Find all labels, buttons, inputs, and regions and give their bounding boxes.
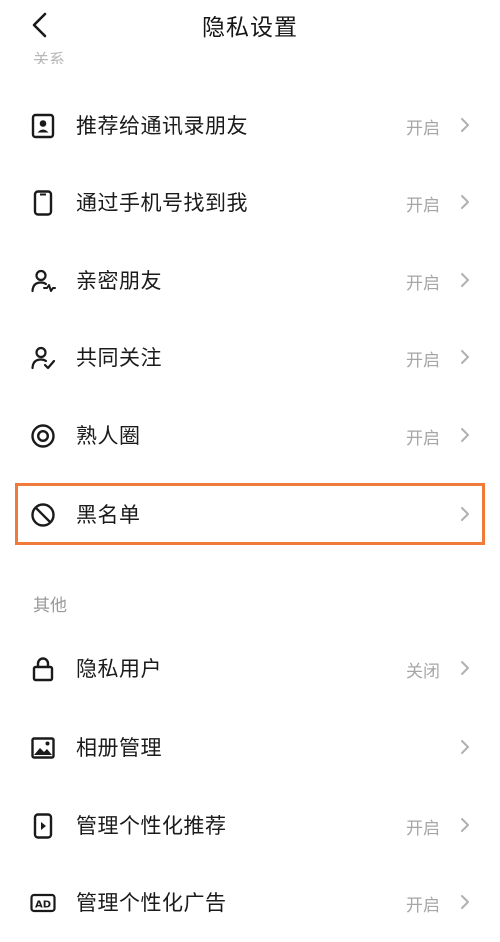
person-heart-icon — [30, 268, 56, 294]
section-label-other: 其他 — [33, 596, 67, 616]
row-label: 隐私用户 — [76, 657, 162, 681]
person-check-icon — [30, 345, 56, 371]
row-value: 开启 — [406, 819, 440, 839]
row-label: 通过手机号找到我 — [76, 191, 248, 215]
row-acquaintance-circle[interactable]: 熟人圈 开启 — [0, 402, 500, 468]
row-close-friends[interactable]: 亲密朋友 开启 — [0, 247, 500, 313]
ad-icon: AD — [30, 890, 56, 916]
row-personalized-recommend[interactable]: 管理个性化推荐 开启 — [0, 792, 500, 858]
image-icon — [30, 735, 56, 761]
row-recommend-contacts[interactable]: 推荐给通讯录朋友 开启 — [0, 92, 500, 158]
highlight-box — [15, 483, 485, 545]
row-value: 开启 — [406, 119, 440, 139]
lock-icon — [30, 656, 56, 682]
row-label: 亲密朋友 — [76, 269, 162, 293]
row-mutual-follow[interactable]: 共同关注 开启 — [0, 324, 500, 390]
phone-play-icon — [30, 813, 56, 839]
chevron-right-icon — [461, 895, 469, 909]
row-label: 共同关注 — [76, 346, 162, 370]
row-value: 开启 — [406, 351, 440, 371]
circle-target-icon — [30, 423, 56, 449]
row-value: 开启 — [406, 429, 440, 449]
row-value: 开启 — [406, 896, 440, 916]
chevron-right-icon — [461, 818, 469, 832]
chevron-right-icon — [461, 273, 469, 287]
row-label: 管理个性化广告 — [76, 891, 227, 915]
chevron-right-icon — [461, 740, 469, 754]
chevron-right-icon — [461, 428, 469, 442]
chevron-right-icon — [461, 661, 469, 675]
row-label: 推荐给通讯录朋友 — [76, 114, 248, 138]
row-label: 相册管理 — [76, 736, 162, 760]
chevron-right-icon — [461, 118, 469, 132]
row-personalized-ads[interactable]: AD 管理个性化广告 开启 — [0, 869, 500, 935]
row-find-by-phone[interactable]: 通过手机号找到我 开启 — [0, 169, 500, 235]
row-album-manage[interactable]: 相册管理 — [0, 714, 500, 780]
row-private-user[interactable]: 隐私用户 关闭 — [0, 635, 500, 701]
row-label: 熟人圈 — [76, 424, 141, 448]
row-value: 关闭 — [406, 662, 440, 682]
chevron-right-icon — [461, 350, 469, 364]
contact-card-icon — [30, 113, 56, 139]
row-label: 管理个性化推荐 — [76, 814, 227, 838]
row-value: 开启 — [406, 196, 440, 216]
phone-icon — [30, 190, 56, 216]
svg-text:AD: AD — [35, 900, 51, 911]
top-bar: 隐私设置 — [0, 0, 500, 50]
row-value: 开启 — [406, 274, 440, 294]
page-title: 隐私设置 — [202, 15, 298, 41]
chevron-right-icon — [461, 195, 469, 209]
